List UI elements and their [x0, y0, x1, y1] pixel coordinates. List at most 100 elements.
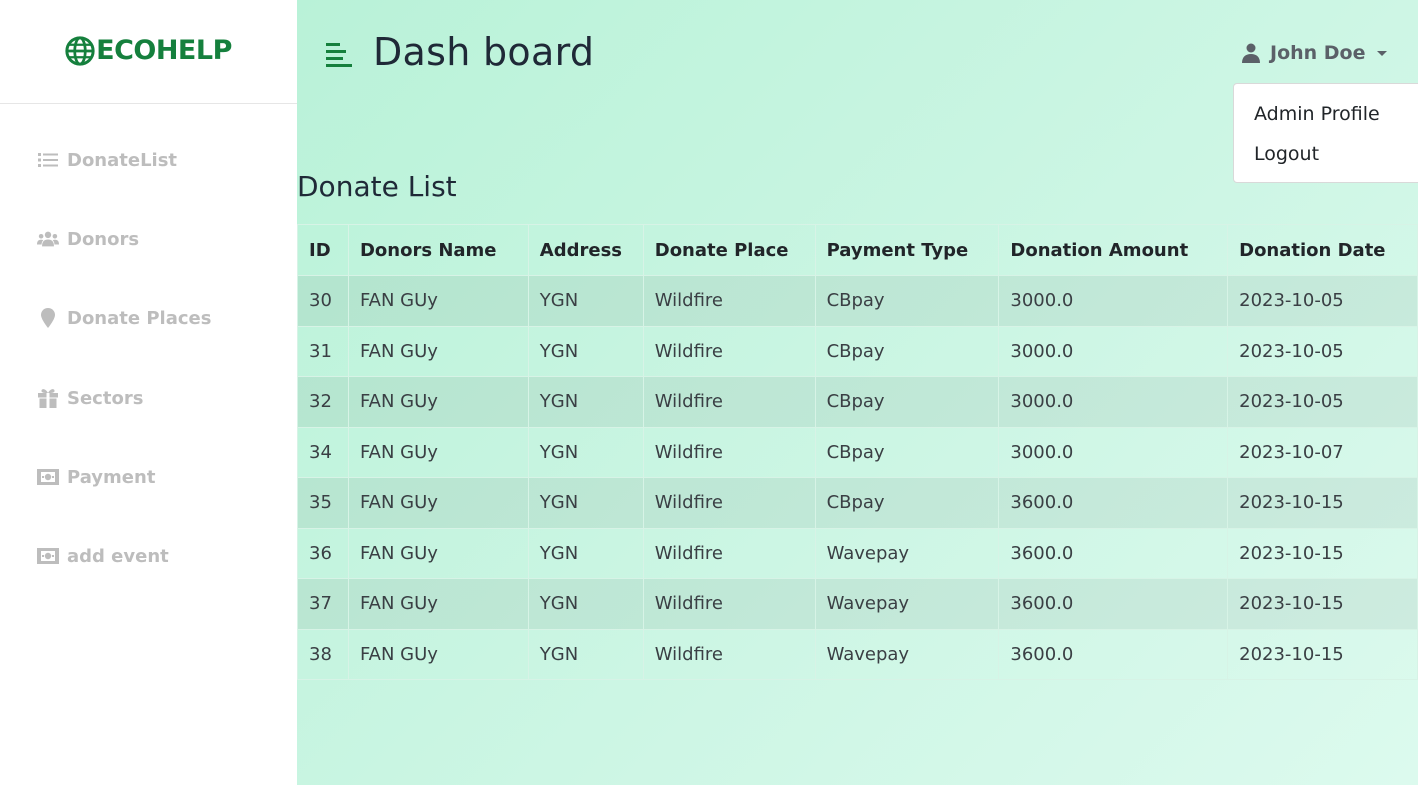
- cell-id: 30: [297, 275, 349, 327]
- cell-donate-place: Wildfire: [642, 628, 816, 680]
- cell-id: 34: [297, 426, 349, 478]
- sidebar-item-donors[interactable]: Donors: [0, 229, 297, 308]
- cell-donors-name: FAN GUy: [347, 578, 529, 630]
- cell-donation-date: 2023-10-05: [1227, 376, 1418, 428]
- cell-payment-type: CBpay: [814, 325, 1000, 377]
- cell-donation-date: 2023-10-05: [1227, 275, 1418, 327]
- cell-address: YGN: [527, 527, 644, 579]
- table-body: 30 FAN GUy YGN Wildfire CBpay 3000.0 202…: [297, 275, 1418, 680]
- cell-id: 38: [297, 628, 349, 680]
- cell-donors-name: FAN GUy: [347, 628, 529, 680]
- column-header-donation-date: Donation Date: [1227, 224, 1418, 276]
- cell-donation-date: 2023-10-05: [1227, 325, 1418, 377]
- user-name: John Doe: [1270, 42, 1366, 64]
- brand-logo[interactable]: ECOHELP: [65, 35, 232, 66]
- donate-list-table-container: ID Donors Name Address Donate Place Paym…: [297, 224, 1418, 680]
- cell-donors-name: FAN GUy: [347, 376, 529, 428]
- sidebar-item-label: Donors: [67, 229, 140, 251]
- column-header-donors-name: Donors Name: [347, 224, 529, 276]
- cell-donation-date: 2023-10-15: [1227, 527, 1418, 579]
- table-header-row: ID Donors Name Address Donate Place Paym…: [297, 224, 1418, 276]
- brand: ECOHELP: [0, 0, 297, 104]
- column-header-donation-amount: Donation Amount: [998, 224, 1229, 276]
- cell-donors-name: FAN GUy: [347, 426, 529, 478]
- cell-donate-place: Wildfire: [642, 426, 816, 478]
- table-row: 37 FAN GUy YGN Wildfire Wavepay 3600.0 2…: [297, 578, 1418, 630]
- sidebar-item-payment[interactable]: Payment: [0, 467, 297, 546]
- cell-donation-date: 2023-10-07: [1227, 426, 1418, 478]
- sidebar-item-donatelist[interactable]: DonateList: [0, 150, 297, 229]
- cell-donation-amount: 3600.0: [998, 477, 1229, 529]
- cell-id: 31: [297, 325, 349, 377]
- cell-donors-name: FAN GUy: [347, 477, 529, 529]
- table-row: 32 FAN GUy YGN Wildfire CBpay 3000.0 202…: [297, 376, 1418, 428]
- cell-address: YGN: [527, 628, 644, 680]
- cell-address: YGN: [527, 426, 644, 478]
- cell-payment-type: CBpay: [814, 426, 1000, 478]
- users-icon: [37, 229, 59, 249]
- sidebar-item-label: DonateList: [67, 150, 178, 171]
- main-content: Dash board John Doe Admin Profile Logout…: [297, 0, 1418, 785]
- table-row: 35 FAN GUy YGN Wildfire CBpay 3600.0 202…: [297, 477, 1418, 529]
- dropdown-item-admin-profile[interactable]: Admin Profile: [1234, 98, 1418, 138]
- column-header-address: Address: [527, 224, 644, 276]
- cell-donation-amount: 3600.0: [998, 578, 1229, 630]
- brand-name: ECOHELP: [96, 35, 232, 66]
- cell-address: YGN: [527, 325, 644, 377]
- column-header-donate-place: Donate Place: [642, 224, 816, 276]
- cell-payment-type: Wavepay: [814, 578, 1000, 630]
- cell-address: YGN: [527, 578, 644, 630]
- table-row: 36 FAN GUy YGN Wildfire Wavepay 3600.0 2…: [297, 527, 1418, 579]
- cell-donation-amount: 3600.0: [998, 527, 1229, 579]
- cell-donation-amount: 3600.0: [998, 628, 1229, 680]
- cell-payment-type: Wavepay: [814, 527, 1000, 579]
- sidebar-item-donate-places[interactable]: Donate Places: [0, 308, 297, 387]
- sidebar-item-label: Donate Places: [67, 308, 212, 330]
- cell-id: 32: [297, 376, 349, 428]
- money-bill-icon: [37, 467, 59, 487]
- sidebar-item-label: add event: [67, 545, 169, 567]
- cell-payment-type: CBpay: [814, 275, 1000, 327]
- sidebar-item-label: Payment: [67, 466, 156, 488]
- cell-donors-name: FAN GUy: [347, 527, 529, 579]
- sidebar-item-label: Sectors: [67, 387, 144, 409]
- list-icon: [37, 150, 59, 170]
- cell-id: 37: [297, 578, 349, 630]
- cell-address: YGN: [527, 376, 644, 428]
- cell-address: YGN: [527, 477, 644, 529]
- cell-donate-place: Wildfire: [642, 325, 816, 377]
- cell-donate-place: Wildfire: [642, 527, 816, 579]
- cell-donors-name: FAN GUy: [347, 325, 529, 377]
- cell-donation-date: 2023-10-15: [1227, 578, 1418, 630]
- cell-donate-place: Wildfire: [642, 376, 816, 428]
- cell-address: YGN: [527, 275, 644, 327]
- cell-donate-place: Wildfire: [642, 477, 816, 529]
- donate-list-table: ID Donors Name Address Donate Place Paym…: [297, 224, 1418, 680]
- user-menu-toggle[interactable]: John Doe: [1242, 42, 1387, 64]
- cell-donation-amount: 3000.0: [998, 325, 1229, 377]
- gift-icon: [37, 388, 59, 408]
- cell-id: 35: [297, 477, 349, 529]
- column-header-payment-type: Payment Type: [814, 224, 1000, 276]
- cell-donate-place: Wildfire: [642, 578, 816, 630]
- sidebar-item-add-event[interactable]: add event: [0, 546, 297, 625]
- section-title: Donate List: [297, 170, 457, 203]
- cell-payment-type: CBpay: [814, 477, 1000, 529]
- user-dropdown-menu: Admin Profile Logout: [1233, 83, 1418, 183]
- sidebar-item-sectors[interactable]: Sectors: [0, 388, 297, 467]
- table-row: 38 FAN GUy YGN Wildfire Wavepay 3600.0 2…: [297, 628, 1418, 680]
- cell-payment-type: CBpay: [814, 376, 1000, 428]
- menu-toggle-icon[interactable]: [325, 40, 353, 70]
- sidebar-nav: DonateList Donors Donate Places Sectors …: [0, 104, 297, 625]
- user-icon: [1242, 43, 1260, 63]
- cell-donation-amount: 3000.0: [998, 376, 1229, 428]
- cell-id: 36: [297, 527, 349, 579]
- cell-donation-date: 2023-10-15: [1227, 628, 1418, 680]
- sidebar: ECOHELP DonateList Donors Donate Places: [0, 0, 297, 785]
- cell-donation-date: 2023-10-15: [1227, 477, 1418, 529]
- cell-donation-amount: 3000.0: [998, 275, 1229, 327]
- dropdown-item-logout[interactable]: Logout: [1234, 138, 1418, 178]
- cell-payment-type: Wavepay: [814, 628, 1000, 680]
- chevron-down-icon: [1376, 50, 1387, 56]
- column-header-id: ID: [297, 224, 349, 276]
